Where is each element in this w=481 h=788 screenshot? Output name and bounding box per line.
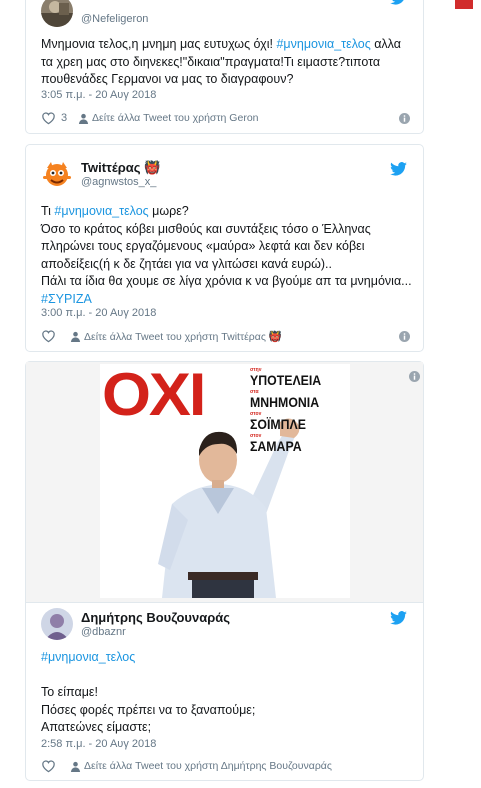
tweet-card-1: @Nefeligeron Μνημονια τελος,η μνημη μας …	[25, 0, 424, 134]
twitter-bird-icon[interactable]	[390, 611, 407, 625]
poster-word: ΣΑΜΑΡΑ	[250, 438, 302, 454]
hashtag-link[interactable]: #μνημονια_τελος	[54, 204, 148, 218]
corner-tab	[455, 0, 473, 9]
text-part: Όσο το κράτος κόβει μισθούς και συντάξει…	[41, 221, 371, 271]
tweet-timestamp[interactable]: 3:00 π.μ. - 20 Αυγ 2018	[41, 307, 156, 319]
text-part: Πόσες φορές πρέπει να το ξαναπούμε;	[41, 702, 256, 717]
hashtag-link[interactable]: #ΣΥΡΙΖΑ	[41, 292, 92, 306]
tweet-actions: 3 Δείτε άλλα Tweet του χρήστη Geron	[41, 111, 411, 127]
poster-image: ΟΧΙ στην ΥΠΟΤΕΛΕΙΑ στα ΜΝΗΜΟΝΙΑ στον ΣΟΪ…	[100, 364, 350, 598]
text-part: Το είπαμε!	[41, 685, 98, 699]
avatar[interactable]	[41, 0, 73, 27]
more-tweets-link[interactable]: Δείτε άλλα Tweet του χρήστη Δημήτρης Βου…	[84, 760, 332, 772]
tweet-actions: Δείτε άλλα Tweet του χρήστη Δημήτρης Βου…	[41, 759, 411, 775]
more-tweets-link[interactable]: Δείτε άλλα Tweet του χρήστη Geron	[92, 112, 259, 124]
tweet-card-2: Twitτέρας 👹 @agnwstos_x_ Τι #μνημονια_τε…	[25, 144, 424, 352]
user-name[interactable]: Δημήτρης Βουζουναράς	[81, 610, 230, 625]
heart-icon[interactable]	[41, 111, 56, 125]
profile-icon	[78, 113, 89, 124]
text-part: μωρε?	[148, 204, 189, 218]
info-icon[interactable]	[399, 331, 410, 342]
user-handle[interactable]: @agnwstos_x_	[81, 176, 156, 188]
poster-word: ΣΟΪΜΠΛΕ	[250, 416, 307, 432]
hashtag-link[interactable]: #μνημονια_τελος	[41, 650, 135, 664]
heart-icon[interactable]	[41, 759, 56, 773]
user-name[interactable]: Twitτέρας 👹	[81, 160, 160, 176]
tweet-text: Μνημονια τελος,η μνημη μας ευτυχως όχι! …	[41, 36, 416, 89]
user-handle[interactable]: @dbaznr	[81, 626, 126, 638]
heart-icon[interactable]	[41, 329, 56, 343]
tweet-timestamp[interactable]: 2:58 π.μ. - 20 Αυγ 2018	[41, 738, 156, 750]
twitter-bird-icon[interactable]	[390, 162, 407, 176]
tweet-media[interactable]: ΟΧΙ στην ΥΠΟΤΕΛΕΙΑ στα ΜΝΗΜΟΝΙΑ στον ΣΟΪ…	[26, 362, 423, 603]
hashtag-link[interactable]: #μνημονια_τελος	[276, 37, 370, 51]
text-part: Απατεώνες είμαστε;	[41, 720, 152, 734]
poster-word: ΜΝΗΜΟΝΙΑ	[250, 394, 320, 410]
text-part: Πάλι τα ίδια θα χουμε σε λίγα χρόνια κ ν…	[41, 274, 412, 288]
user-handle[interactable]: @Nefeligeron	[81, 13, 148, 25]
info-icon[interactable]	[399, 113, 410, 124]
info-icon[interactable]	[409, 371, 420, 382]
tweet-text: #μνημονια_τελος Το είπαμε! Πόσες φορές πρέ…	[41, 649, 416, 737]
poster-word: ΥΠΟΤΕΛΕΙΑ	[250, 372, 322, 388]
twitter-bird-icon[interactable]	[390, 0, 407, 5]
tweet-timestamp[interactable]: 3:05 π.μ. - 20 Αυγ 2018	[41, 89, 156, 101]
profile-icon	[70, 331, 81, 342]
tweet-actions: Δείτε άλλα Tweet του χρήστη Twitτέρας 👹	[41, 329, 411, 345]
avatar[interactable]	[41, 158, 73, 190]
text-part: Τι	[41, 204, 55, 218]
profile-icon	[70, 761, 81, 772]
more-tweets-link[interactable]: Δείτε άλλα Tweet του χρήστη Twitτέρας 👹	[84, 330, 282, 343]
avatar[interactable]	[41, 608, 73, 640]
poster-headline: ΟΧΙ	[102, 364, 206, 428]
text-part: Μνημονια τελος,η μνημη μας ευτυχως όχι!	[41, 37, 277, 51]
tweet-text: Τι #μνημονια_τελος μωρε? Όσο το κράτος κό…	[41, 203, 416, 308]
like-count: 3	[61, 112, 68, 124]
tweet-card-3: ΟΧΙ στην ΥΠΟΤΕΛΕΙΑ στα ΜΝΗΜΟΝΙΑ στον ΣΟΪ…	[25, 361, 424, 781]
